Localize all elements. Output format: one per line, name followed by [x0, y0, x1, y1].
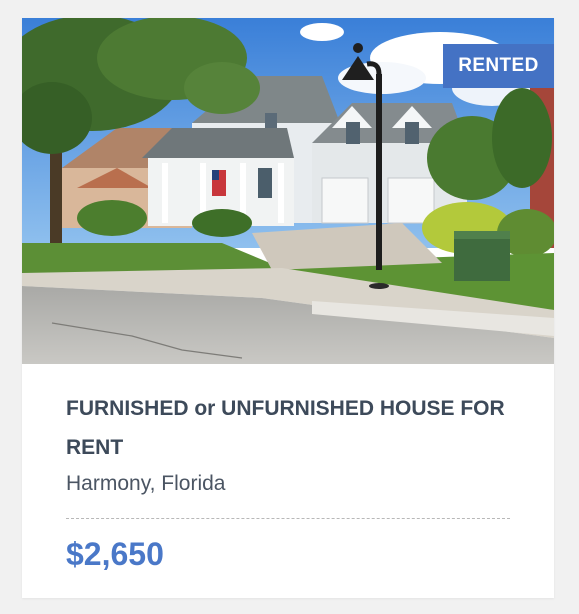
- listing-photo[interactable]: RENTED: [22, 18, 554, 364]
- listing-title[interactable]: FURNISHED or UNFURNISHED HOUSE FOR RENT: [66, 389, 526, 467]
- listing-price: $2,650: [66, 536, 164, 572]
- listing-location: Harmony, Florida: [66, 472, 226, 495]
- listing-card[interactable]: RENTED FURNISHED or UNFURNISHED HOUSE FO…: [22, 18, 554, 598]
- divider: [66, 518, 510, 519]
- status-badge: RENTED: [443, 44, 554, 88]
